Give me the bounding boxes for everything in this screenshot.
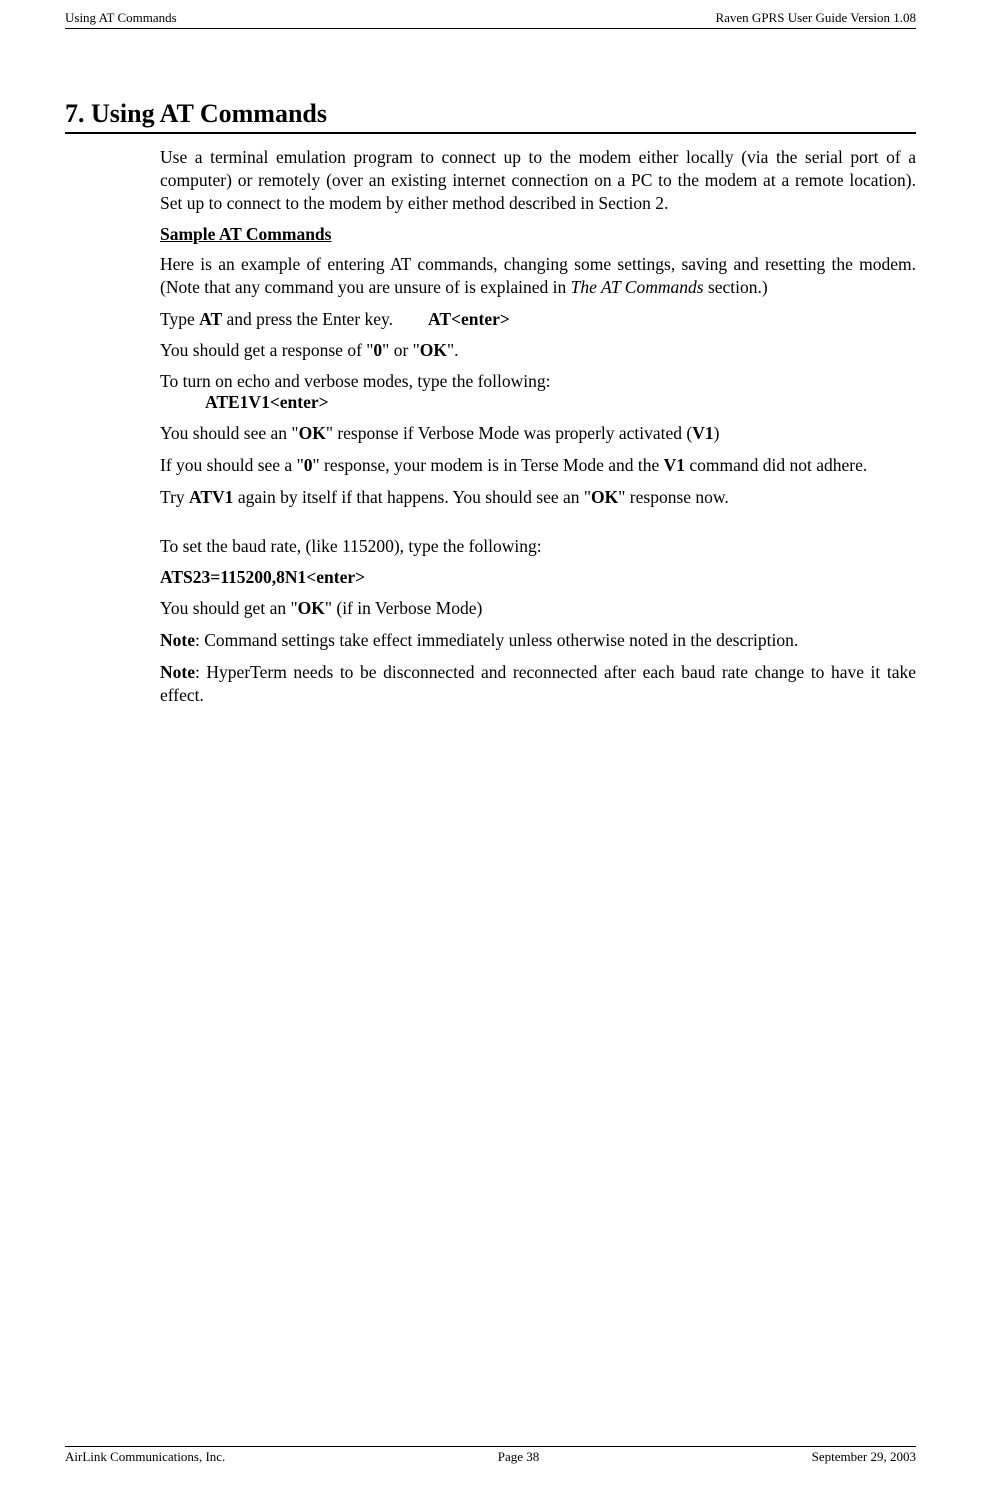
footer-center: Page 38 [498, 1449, 540, 1465]
paragraph-1: Here is an example of entering AT comman… [160, 253, 916, 299]
p7-post: " response now. [618, 487, 729, 507]
intro-paragraph: Use a terminal emulation program to conn… [160, 146, 916, 214]
paragraph-11: Note: Command settings take effect immed… [160, 629, 916, 652]
main-content: 7. Using AT Commands Use a terminal emul… [65, 99, 916, 707]
paragraph-2: Type AT and press the Enter key. AT<ente… [160, 309, 916, 330]
p5-post: ) [714, 423, 720, 443]
p12-b: Note [160, 662, 195, 682]
p2-b1: AT [199, 309, 222, 329]
p2-b2: AT<enter> [428, 309, 510, 329]
paragraph-12: Note: HyperTerm needs to be disconnected… [160, 661, 916, 707]
p12-text: : HyperTerm needs to be disconnected and… [160, 662, 916, 705]
p5-mid: " response if Verbose Mode was properly … [326, 423, 692, 443]
p6-pre: If you should see a " [160, 455, 304, 475]
p3-post: ". [447, 340, 459, 360]
section-title: 7. Using AT Commands [65, 99, 916, 134]
p7-mid: again by itself if that happens. You sho… [233, 487, 591, 507]
header-left: Using AT Commands [65, 10, 177, 26]
p3-b1: 0 [373, 340, 382, 360]
subtitle: Sample AT Commands [160, 224, 916, 245]
paragraph-8: To set the baud rate, (like 115200), typ… [160, 536, 916, 557]
p11-b: Note [160, 630, 195, 650]
p2-pre: Type [160, 309, 199, 329]
p10-pre: You should get an " [160, 598, 298, 618]
page-footer: AirLink Communications, Inc. Page 38 Sep… [65, 1446, 916, 1465]
p4-text: To turn on echo and verbose modes, type … [160, 371, 916, 392]
header-right: Raven GPRS User Guide Version 1.08 [715, 10, 916, 26]
p1-italic: The AT Commands [571, 277, 704, 297]
p2-mid: and press the Enter key. [222, 309, 428, 329]
paragraph-5: You should see an "OK" response if Verbo… [160, 423, 916, 444]
p10-b: OK [298, 598, 325, 618]
p7-b2: OK [591, 487, 618, 507]
footer-right: September 29, 2003 [812, 1449, 916, 1465]
paragraph-7: Try ATV1 again by itself if that happens… [160, 487, 916, 508]
p5-b2: V1 [692, 423, 713, 443]
footer-left: AirLink Communications, Inc. [65, 1449, 225, 1465]
p7-pre: Try [160, 487, 189, 507]
p1-post: section.) [704, 277, 768, 297]
p6-post: command did not adhere. [685, 455, 867, 475]
paragraph-3: You should get a response of "0" or "OK"… [160, 340, 916, 361]
p10-post: " (if in Verbose Mode) [325, 598, 482, 618]
p6-b2: V1 [664, 455, 685, 475]
page-header: Using AT Commands Raven GPRS User Guide … [65, 10, 916, 29]
p5-pre: You should see an " [160, 423, 299, 443]
paragraph-6: If you should see a "0" response, your m… [160, 454, 916, 477]
paragraph-10: You should get an "OK" (if in Verbose Mo… [160, 598, 916, 619]
p3-pre: You should get a response of " [160, 340, 373, 360]
paragraph-9: ATS23=115200,8N1<enter> [160, 567, 916, 588]
spacer [160, 518, 916, 536]
p6-mid: " response, your modem is in Terse Mode … [312, 455, 663, 475]
p5-b1: OK [299, 423, 326, 443]
paragraph-4: To turn on echo and verbose modes, type … [160, 371, 916, 413]
p3-mid: " or " [382, 340, 420, 360]
p11-text: : Command settings take effect immediate… [195, 630, 798, 650]
p1-pre: Here is an example of entering AT comman… [160, 254, 916, 297]
p7-b1: ATV1 [189, 487, 233, 507]
p3-b2: OK [420, 340, 447, 360]
p4-cmd: ATE1V1<enter> [160, 392, 916, 413]
